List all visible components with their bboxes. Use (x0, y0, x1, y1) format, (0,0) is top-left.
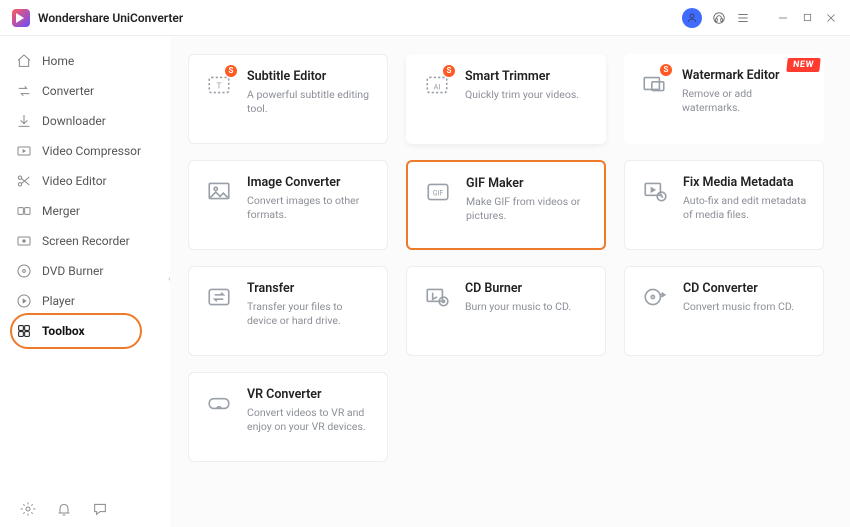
transfer-icon (205, 283, 233, 311)
card-desc: Transfer your files to device or hard dr… (247, 300, 371, 328)
card-title: GIF Maker (466, 176, 588, 191)
subtitle-icon: T S (205, 71, 233, 99)
svg-text:GIF: GIF (433, 188, 444, 197)
menu-button[interactable] (736, 11, 750, 25)
cd-convert-icon (641, 283, 669, 311)
sidebar-item-recorder[interactable]: Screen Recorder (0, 226, 170, 256)
sidebar-item-label: Player (42, 294, 75, 308)
tool-vr-converter[interactable]: VR Converter Convert videos to VR and en… (188, 372, 388, 462)
sidebar-item-downloader[interactable]: Downloader (0, 106, 170, 136)
minimize-button[interactable] (776, 11, 790, 25)
disc-icon (16, 263, 32, 279)
sidebar-item-player[interactable]: Player (0, 286, 170, 316)
play-icon (16, 293, 32, 309)
app-title: Wondershare UniConverter (38, 11, 183, 25)
card-title: CD Converter (683, 281, 794, 296)
metadata-icon (641, 177, 669, 205)
card-desc: Burn your music to CD. (465, 300, 571, 314)
titlebar: Wondershare UniConverter (0, 0, 850, 36)
card-title: Smart Trimmer (465, 69, 579, 84)
card-title: Image Converter (247, 175, 371, 190)
card-title: Transfer (247, 281, 371, 296)
card-desc: Quickly trim your videos. (465, 88, 579, 102)
tool-cd-converter[interactable]: CD Converter Convert music from CD. (624, 266, 824, 356)
sidebar-item-dvd[interactable]: DVD Burner (0, 256, 170, 286)
premium-badge: S (443, 65, 455, 77)
vr-icon (205, 389, 233, 417)
merge-icon (16, 203, 32, 219)
card-desc: Auto-fix and edit metadata of media file… (683, 194, 807, 222)
notifications-button[interactable] (56, 501, 72, 517)
account-button[interactable] (682, 8, 702, 28)
card-desc: Remove or add watermarks. (682, 87, 808, 115)
record-icon (16, 233, 32, 249)
sidebar-item-label: Video Editor (42, 174, 107, 188)
sidebar-item-label: DVD Burner (42, 264, 103, 278)
card-desc: Convert images to other formats. (247, 194, 371, 222)
sidebar-item-compressor[interactable]: Video Compressor (0, 136, 170, 166)
compress-icon (16, 143, 32, 159)
card-desc: Make GIF from videos or pictures. (466, 195, 588, 223)
watermark-icon: S (640, 70, 668, 98)
sidebar-item-editor[interactable]: Video Editor (0, 166, 170, 196)
feedback-button[interactable] (92, 501, 108, 517)
converter-icon (16, 83, 32, 99)
tool-smart-trimmer[interactable]: AI S Smart Trimmer Quickly trim your vid… (406, 54, 606, 144)
sidebar-item-toolbox[interactable]: Toolbox (0, 316, 170, 346)
sidebar-item-merger[interactable]: Merger (0, 196, 170, 226)
home-icon (16, 53, 32, 69)
grid-icon (16, 323, 32, 339)
tool-transfer[interactable]: Transfer Transfer your files to device o… (188, 266, 388, 356)
card-title: Subtitle Editor (247, 69, 371, 84)
tool-gif-maker[interactable]: GIF GIF Maker Make GIF from videos or pi… (406, 160, 606, 250)
card-title: CD Burner (465, 281, 571, 296)
maximize-button[interactable] (800, 11, 814, 25)
sidebar-item-converter[interactable]: Converter (0, 76, 170, 106)
tool-cd-burner[interactable]: CD Burner Burn your music to CD. (406, 266, 606, 356)
sidebar-item-label: Downloader (42, 114, 106, 128)
gif-icon: GIF (424, 178, 452, 206)
sidebar-item-label: Merger (42, 204, 80, 218)
card-desc: Convert music from CD. (683, 300, 794, 314)
card-desc: A powerful subtitle editing tool. (247, 88, 371, 116)
svg-text:AI: AI (433, 82, 440, 91)
close-button[interactable] (824, 11, 838, 25)
scissors-icon (16, 173, 32, 189)
sidebar-item-label: Screen Recorder (42, 234, 130, 248)
sidebar-item-home[interactable]: Home (0, 46, 170, 76)
sidebar: Home Converter Downloader Video Compress… (0, 36, 170, 527)
svg-text:T: T (216, 81, 221, 91)
toolbox-panel: T S Subtitle Editor A powerful subtitle … (170, 36, 850, 527)
card-title: Fix Media Metadata (683, 175, 807, 190)
support-button[interactable] (712, 11, 726, 25)
card-desc: Convert videos to VR and enjoy on your V… (247, 406, 371, 434)
download-icon (16, 113, 32, 129)
sidebar-item-label: Toolbox (42, 324, 85, 338)
trimmer-icon: AI S (423, 71, 451, 99)
settings-button[interactable] (20, 501, 36, 517)
card-title: VR Converter (247, 387, 371, 402)
cd-burn-icon (423, 283, 451, 311)
tool-fix-metadata[interactable]: Fix Media Metadata Auto-fix and edit met… (624, 160, 824, 250)
app-logo (12, 9, 30, 27)
sidebar-item-label: Home (42, 54, 74, 68)
new-badge: NEW (786, 58, 820, 72)
sidebar-item-label: Converter (42, 84, 94, 98)
tool-subtitle-editor[interactable]: T S Subtitle Editor A powerful subtitle … (188, 54, 388, 144)
image-icon (205, 177, 233, 205)
sidebar-item-label: Video Compressor (42, 144, 141, 158)
tool-image-converter[interactable]: Image Converter Convert images to other … (188, 160, 388, 250)
tool-watermark-editor[interactable]: NEW S Watermark Editor Remove or add wat… (624, 54, 824, 144)
premium-badge: S (660, 64, 672, 76)
premium-badge: S (225, 65, 237, 77)
